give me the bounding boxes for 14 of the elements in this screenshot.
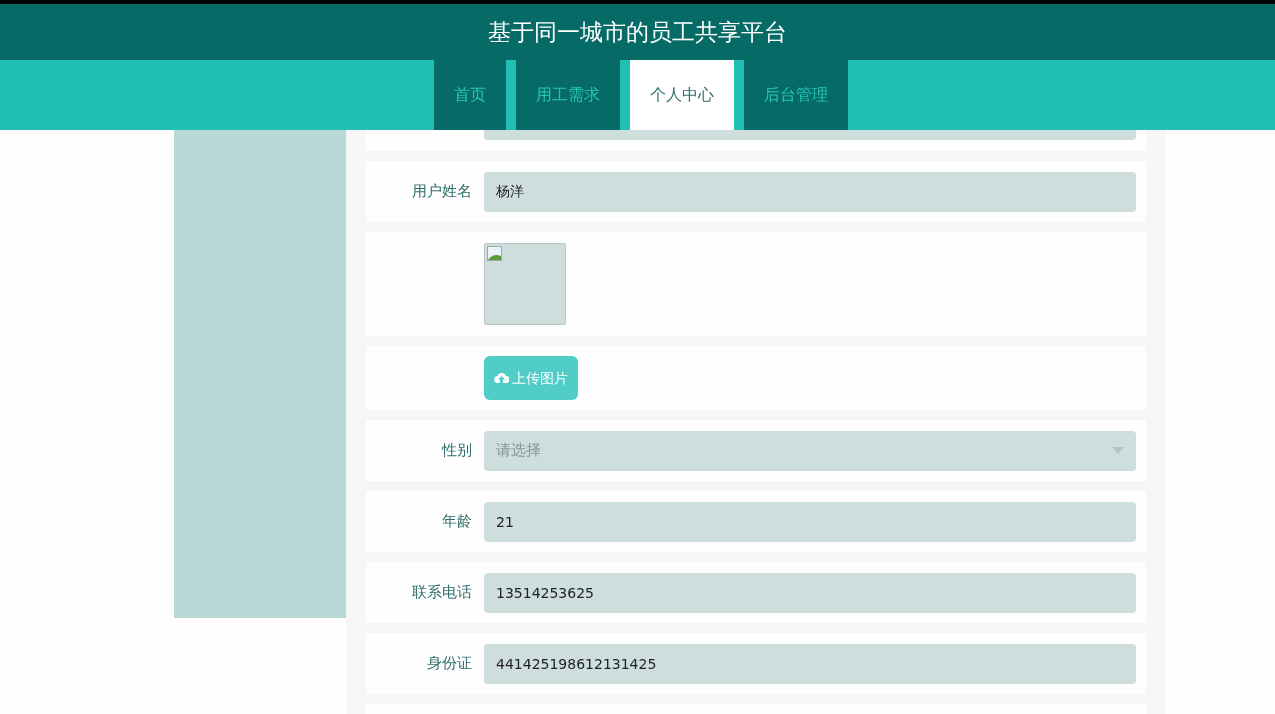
input-field[interactable]: 杨洋 <box>484 171 1136 212</box>
input-field[interactable]: 441425198612131425 <box>484 643 1136 684</box>
site-title: 基于同一城市的员工共享平台 <box>488 17 787 47</box>
field-label: 用户姓名 <box>412 181 472 203</box>
nav-tab[interactable]: 个人中心 <box>630 60 734 130</box>
input-field[interactable]: 13514253625 <box>484 572 1136 613</box>
field-label: 性别 <box>442 440 472 462</box>
input-field[interactable]: 21 <box>484 501 1136 542</box>
cloud-upload-icon <box>494 372 509 384</box>
broken-image-icon <box>487 246 503 262</box>
field-label: 年龄 <box>442 511 472 533</box>
field-label: 身份证 <box>427 653 472 675</box>
field-label: 联系电话 <box>412 582 472 604</box>
caret-icon <box>1112 447 1124 454</box>
